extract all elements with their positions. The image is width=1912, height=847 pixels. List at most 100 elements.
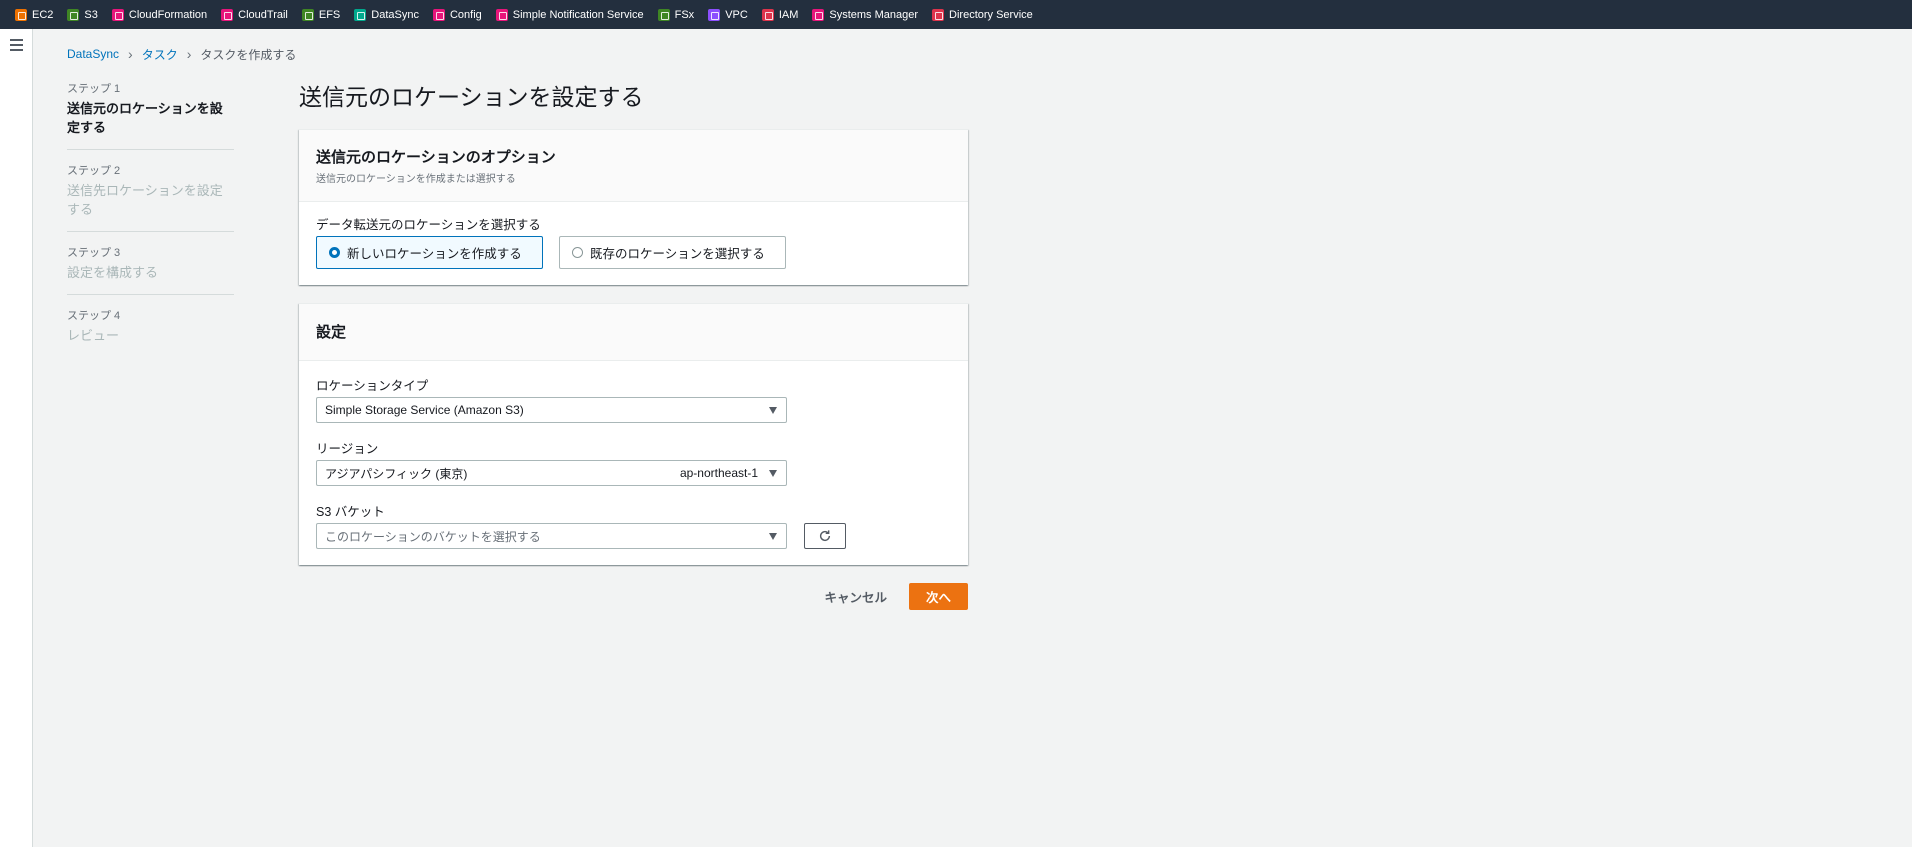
- favorite-label: Config: [449, 8, 482, 21]
- step-number: ステップ 3: [67, 247, 121, 259]
- panel-header: 送信元のロケーションのオプション 送信元のロケーションを作成または選択する: [299, 130, 968, 202]
- favorite-datasync[interactable]: DataSync: [354, 0, 419, 29]
- favorite-efs[interactable]: EFS: [301, 0, 341, 29]
- cloudtrail-service-icon: [221, 8, 234, 21]
- location-choice-tiles: 新しいロケーションを作成する 既存のロケーションを選択する: [316, 236, 951, 269]
- wizard-steps: ステップ 1 送信元のロケーションを設定する ステップ 2 送信先ロケーションを…: [67, 80, 234, 369]
- region-field: リージョン アジアパシフィック (東京) ap-northeast-1: [316, 438, 951, 486]
- settings-panel: 設定 ロケーションタイプ Simple Storage Service (Ama…: [299, 303, 968, 565]
- favorite-label: IAM: [778, 8, 799, 21]
- panel-description: 送信元のロケーションを作成または選択する: [316, 174, 516, 185]
- location-choice-label: データ転送元のロケーションを選択する: [316, 218, 541, 232]
- side-navigation-rail: [0, 29, 33, 847]
- step-1: ステップ 1 送信元のロケーションを設定する: [67, 80, 234, 150]
- datasync-service-icon: [354, 8, 367, 21]
- step-4: ステップ 4 レビュー: [67, 307, 234, 357]
- favorite-cloudtrail[interactable]: CloudTrail: [221, 0, 288, 29]
- select-value: アジアパシフィック (東京): [325, 466, 468, 481]
- favorite-label: DataSync: [371, 8, 419, 21]
- panel-title: 設定: [316, 324, 347, 341]
- location-type-select[interactable]: Simple Storage Service (Amazon S3): [316, 397, 787, 423]
- favorite-label: EC2: [32, 8, 54, 21]
- wizard-actions: キャンセル 次へ: [299, 583, 968, 610]
- caret-down-icon: [769, 407, 777, 414]
- field-label: ロケーションタイプ: [316, 379, 429, 393]
- panel-body: データ転送元のロケーションを選択する 新しいロケーションを作成する 既存のロケー…: [299, 202, 968, 285]
- favorite-directory-service[interactable]: Directory Service: [932, 0, 1033, 29]
- breadcrumb-current: タスクを作成する: [200, 47, 297, 62]
- cancel-button[interactable]: キャンセル: [824, 587, 887, 606]
- caret-down-icon: [769, 470, 777, 477]
- favorite-systems-manager[interactable]: Systems Manager: [812, 0, 918, 29]
- favorite-label: Systems Manager: [829, 8, 919, 21]
- source-location-options-panel: 送信元のロケーションのオプション 送信元のロケーションを作成または選択する デー…: [299, 129, 968, 285]
- favorite-fsx[interactable]: FSx: [657, 0, 695, 29]
- select-value: Simple Storage Service (Amazon S3): [325, 403, 524, 417]
- systems-manager-service-icon: [812, 8, 825, 21]
- favorite-label: Simple Notification Service: [512, 8, 644, 21]
- vpc-service-icon: [708, 8, 721, 21]
- radio-unselected-icon[interactable]: [572, 247, 583, 258]
- region-code: ap-northeast-1: [679, 466, 758, 480]
- favorite-vpc[interactable]: VPC: [708, 0, 748, 29]
- field-label: S3 バケット: [316, 505, 385, 519]
- breadcrumb-tasks[interactable]: タスク: [142, 46, 178, 63]
- panel-header: 設定: [299, 304, 968, 361]
- caret-down-icon: [769, 533, 777, 540]
- step-title: 設定を構成する: [67, 265, 159, 280]
- fsx-service-icon: [657, 8, 670, 21]
- step-3: ステップ 3 設定を構成する: [67, 244, 234, 295]
- panel-body: ロケーションタイプ Simple Storage Service (Amazon…: [299, 361, 968, 565]
- favorite-iam[interactable]: IAM: [761, 0, 799, 29]
- breadcrumb-datasync[interactable]: DataSync: [67, 47, 119, 61]
- page-title: 送信元のロケーションを設定する: [299, 84, 644, 110]
- step-number: ステップ 2: [67, 165, 121, 177]
- favorite-label: CloudFormation: [128, 8, 208, 21]
- refresh-button[interactable]: [804, 523, 846, 549]
- config-service-icon: [432, 8, 445, 21]
- favorites-bar: EC2 S3 CloudFormation CloudTrail EFS Dat…: [0, 0, 1912, 29]
- radio-selected-icon[interactable]: [329, 247, 340, 258]
- step-title: 送信元のロケーションを設定する: [67, 101, 223, 135]
- field-label: リージョン: [316, 442, 379, 456]
- panel-title: 送信元のロケーションのオプション: [316, 149, 556, 166]
- s3-service-icon: [67, 8, 80, 21]
- efs-service-icon: [301, 8, 314, 21]
- favorite-cloudformation[interactable]: CloudFormation: [111, 0, 208, 29]
- region-select[interactable]: アジアパシフィック (東京) ap-northeast-1: [316, 460, 787, 486]
- favorite-sns[interactable]: Simple Notification Service: [495, 0, 644, 29]
- refresh-icon: [819, 530, 831, 542]
- sns-service-icon: [495, 8, 508, 21]
- favorite-label: VPC: [725, 8, 748, 21]
- favorite-label: Directory Service: [949, 8, 1033, 21]
- s3-bucket-row: このロケーションのバケットを選択する: [316, 523, 951, 549]
- cloudformation-service-icon: [111, 8, 124, 21]
- create-new-location-tile[interactable]: 新しいロケーションを作成する: [316, 236, 543, 269]
- ec2-service-icon: [15, 8, 27, 21]
- breadcrumb: DataSync › タスク › タスクを作成する: [67, 45, 296, 63]
- favorite-ec2[interactable]: EC2: [15, 0, 53, 29]
- iam-service-icon: [761, 8, 774, 21]
- tile-label: 新しいロケーションを作成する: [347, 247, 522, 261]
- favorite-label: S3: [84, 8, 98, 21]
- step-number: ステップ 1: [67, 83, 121, 95]
- next-button[interactable]: 次へ: [909, 583, 968, 610]
- chevron-right-icon: ›: [186, 46, 192, 62]
- favorite-label: FSx: [674, 8, 695, 21]
- favorite-config[interactable]: Config: [432, 0, 482, 29]
- s3-bucket-select[interactable]: このロケーションのバケットを選択する: [316, 523, 787, 549]
- favorite-label: CloudTrail: [238, 8, 288, 21]
- s3-bucket-field: S3 バケット このロケーションのバケットを選択する: [316, 501, 951, 549]
- main-content: 送信元のロケーションを設定する 送信元のロケーションのオプション 送信元のロケー…: [299, 78, 968, 610]
- favorite-s3[interactable]: S3: [67, 0, 98, 29]
- step-title: レビュー: [67, 328, 120, 343]
- tile-label: 既存のロケーションを選択する: [590, 247, 765, 261]
- location-type-field: ロケーションタイプ Simple Storage Service (Amazon…: [316, 375, 951, 423]
- step-number: ステップ 4: [67, 310, 121, 322]
- directory-service-icon: [932, 8, 945, 21]
- menu-icon[interactable]: [10, 39, 23, 51]
- favorite-label: EFS: [318, 8, 341, 21]
- choose-existing-location-tile[interactable]: 既存のロケーションを選択する: [559, 236, 786, 269]
- step-title: 送信先ロケーションを設定する: [67, 183, 223, 217]
- step-2: ステップ 2 送信先ロケーションを設定する: [67, 162, 234, 232]
